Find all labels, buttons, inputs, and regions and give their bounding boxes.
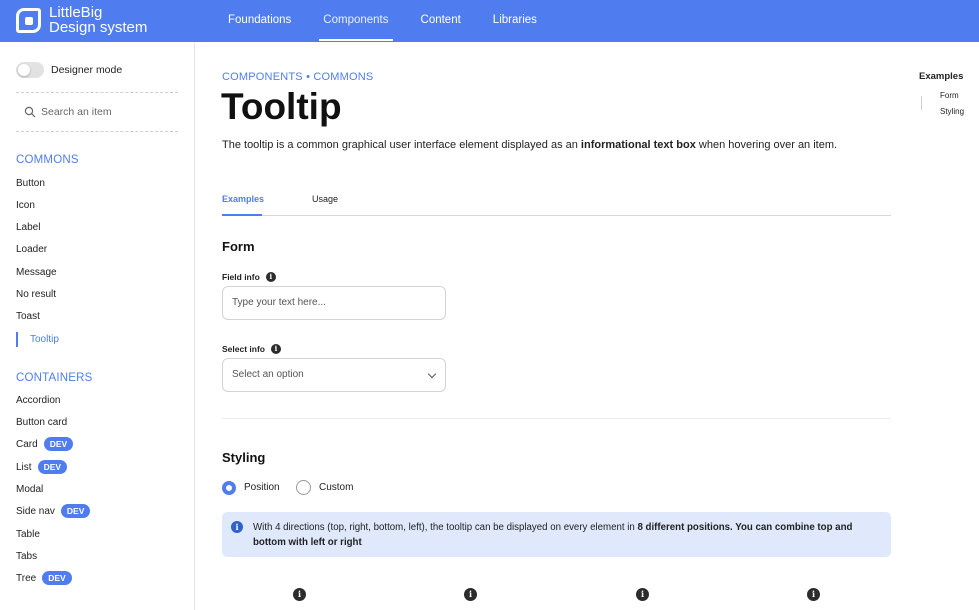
dev-badge: DEV xyxy=(37,460,68,474)
position-radio[interactable] xyxy=(222,481,236,495)
search-input[interactable]: Search an item xyxy=(41,106,112,118)
info-icon[interactable]: i xyxy=(293,588,306,601)
dev-badge: DEV xyxy=(42,571,72,585)
logo-line2: Design system xyxy=(49,19,148,36)
logo-icon xyxy=(16,7,41,33)
info-icon[interactable]: i xyxy=(636,588,649,601)
notice-text: With 4 directions (top, right, bottom, l… xyxy=(253,522,853,548)
sidebar-item-message[interactable]: Message xyxy=(16,267,57,278)
logo-line1: LittleBig xyxy=(49,4,103,21)
custom-radio-label: Custom xyxy=(319,482,354,493)
sidebar-item-text: Side nav xyxy=(16,505,55,517)
sidebar-item-tooltip[interactable]: Tooltip xyxy=(30,334,59,345)
select-info-label: Select info i xyxy=(222,344,281,354)
breadcrumb: COMPONENTS • COMMONS xyxy=(222,71,374,83)
content-tabs: Examples Usage xyxy=(222,192,891,216)
sidebar-item-loader[interactable]: Loader xyxy=(16,244,47,255)
sidebar-item-tabs[interactable]: Tabs xyxy=(16,551,37,562)
active-indicator xyxy=(16,332,18,347)
position-radio-label: Position xyxy=(244,482,280,493)
sidebar-item-icon[interactable]: Icon xyxy=(16,200,35,211)
sidebar-item-table[interactable]: Table xyxy=(16,529,40,540)
field-info-input[interactable]: Type your text here... xyxy=(222,286,446,320)
top-navigation-bar: LittleBig Design system Foundations Comp… xyxy=(0,0,979,42)
sidebar-item-accordion[interactable]: Accordion xyxy=(16,395,60,406)
form-section-title: Form xyxy=(222,239,255,254)
sidebar-item-button[interactable]: Button xyxy=(16,178,45,189)
sidebar-item-text: Button card xyxy=(16,417,68,428)
sidebar: Designer mode Search an item COMMONS But… xyxy=(0,42,195,610)
section-divider xyxy=(222,418,891,419)
sidebar-item-button-card[interactable]: Button card xyxy=(16,417,67,428)
field-info-label: Field info i xyxy=(222,272,276,282)
designer-mode-label: Designer mode xyxy=(51,64,123,76)
tab-usage[interactable]: Usage xyxy=(312,194,338,204)
sidebar-item-modal[interactable]: Modal xyxy=(16,484,43,495)
divider xyxy=(16,131,178,132)
active-tab-underline xyxy=(222,214,262,216)
nav-libraries[interactable]: Libraries xyxy=(477,0,553,42)
info-icon[interactable]: i xyxy=(464,588,477,601)
nav-components[interactable]: Components xyxy=(307,0,404,42)
search-icon xyxy=(24,106,36,118)
divider xyxy=(16,92,178,93)
intro-text: The tooltip is a common graphical user i… xyxy=(222,139,838,151)
toc-item-form[interactable]: Form xyxy=(940,91,959,100)
toc-item-styling[interactable]: Styling xyxy=(940,107,964,116)
info-icon[interactable]: i xyxy=(807,588,820,601)
info-icon[interactable]: i xyxy=(270,344,281,354)
info-icon: i xyxy=(231,521,243,533)
sidebar-item-side-nav[interactable]: Side nav DEV xyxy=(16,504,91,518)
info-icon[interactable]: i xyxy=(265,272,276,282)
sidebar-item-text: List xyxy=(16,461,32,473)
sidebar-item-label[interactable]: Label xyxy=(16,222,40,233)
sidebar-item-text: Tabs xyxy=(16,551,38,562)
sidebar-item-list[interactable]: List DEV xyxy=(16,460,68,474)
sidebar-item-text: Card xyxy=(16,438,38,450)
main-nav: Foundations Components Content Libraries xyxy=(212,0,553,42)
logo[interactable]: LittleBig Design system xyxy=(16,5,147,35)
select-info-dropdown[interactable]: Select an option xyxy=(222,358,446,392)
sidebar-item-tree[interactable]: Tree DEV xyxy=(16,571,72,585)
toc-line xyxy=(921,96,922,110)
nav-content[interactable]: Content xyxy=(405,0,477,42)
sidebar-item-no-result[interactable]: No result xyxy=(16,289,56,300)
toc-title: Examples xyxy=(919,71,964,82)
sidebar-item-text: Modal xyxy=(16,484,44,495)
dev-badge: DEV xyxy=(43,437,74,451)
chevron-down-icon xyxy=(427,369,437,379)
intro-emphasis: informational text box xyxy=(580,139,696,151)
dev-badge: DEV xyxy=(60,504,91,518)
custom-radio[interactable] xyxy=(296,480,311,495)
sidebar-item-text: Accordion xyxy=(16,395,61,406)
commons-group-title: COMMONS xyxy=(16,154,79,166)
sidebar-item-card[interactable]: Card DEV xyxy=(16,437,74,451)
styling-section-title: Styling xyxy=(222,450,266,465)
info-notice: i With 4 directions (top, right, bottom,… xyxy=(222,512,891,557)
tab-examples[interactable]: Examples xyxy=(222,194,264,204)
sidebar-item-text: Table xyxy=(16,529,40,540)
containers-group-title: CONTAINERS xyxy=(16,372,93,384)
designer-mode-toggle[interactable] xyxy=(16,62,44,78)
page-title: Tooltip xyxy=(221,86,342,127)
sidebar-item-text: Tree xyxy=(16,572,37,584)
nav-foundations[interactable]: Foundations xyxy=(212,0,307,42)
sidebar-item-toast[interactable]: Toast xyxy=(16,311,40,322)
